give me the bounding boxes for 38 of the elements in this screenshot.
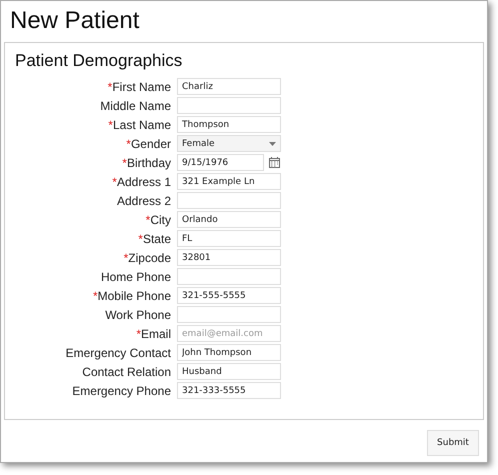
dropdown[interactable]: Female xyxy=(177,135,281,152)
input-field[interactable] xyxy=(177,97,281,114)
input-field[interactable]: 321 Example Ln xyxy=(177,173,281,190)
section-title: Patient Demographics xyxy=(14,50,184,72)
submit-button[interactable]: Submit xyxy=(427,430,479,456)
field-label: *Birthday xyxy=(121,156,171,170)
field-label: *First Name xyxy=(106,80,171,94)
input-field[interactable]: Charliz xyxy=(177,78,281,95)
input-field[interactable]: Orlando xyxy=(177,211,281,228)
field-label: Middle Name xyxy=(99,98,171,112)
input-field[interactable] xyxy=(177,306,281,323)
input-field[interactable] xyxy=(177,268,281,285)
field-label: *Address 1 xyxy=(111,174,171,188)
input-field[interactable]: Husband xyxy=(177,363,281,380)
field-label: *Mobile Phone xyxy=(92,288,171,302)
input-field[interactable]: email@email.com xyxy=(177,325,281,342)
date-field[interactable]: 9/15/1976 xyxy=(177,154,264,171)
calendar-icon[interactable] xyxy=(269,157,280,168)
field-label: Home Phone xyxy=(100,270,171,284)
input-field[interactable]: 32801 xyxy=(177,249,281,266)
field-label: *Email xyxy=(135,326,171,340)
input-field[interactable]: 321-555-5555 xyxy=(177,287,281,304)
field-label: *Last Name xyxy=(107,118,171,132)
field-label: Address 2 xyxy=(116,194,171,208)
input-field[interactable]: Thompson xyxy=(177,116,281,133)
field-label: *Gender xyxy=(125,136,171,150)
field-label: *State xyxy=(137,232,171,246)
caret-icon xyxy=(269,142,276,146)
field-label: Contact Relation xyxy=(81,364,171,378)
field-label: *Zipcode xyxy=(122,250,171,264)
field-label: Emergency Contact xyxy=(64,346,171,360)
field-label: Emergency Phone xyxy=(71,384,171,398)
input-field[interactable] xyxy=(177,192,281,209)
field-label: *City xyxy=(144,212,171,226)
field-label: Work Phone xyxy=(104,308,171,322)
input-field[interactable]: FL xyxy=(177,230,281,247)
window-title: New Patient xyxy=(9,6,140,36)
input-field[interactable]: 321-333-5555 xyxy=(177,382,281,399)
